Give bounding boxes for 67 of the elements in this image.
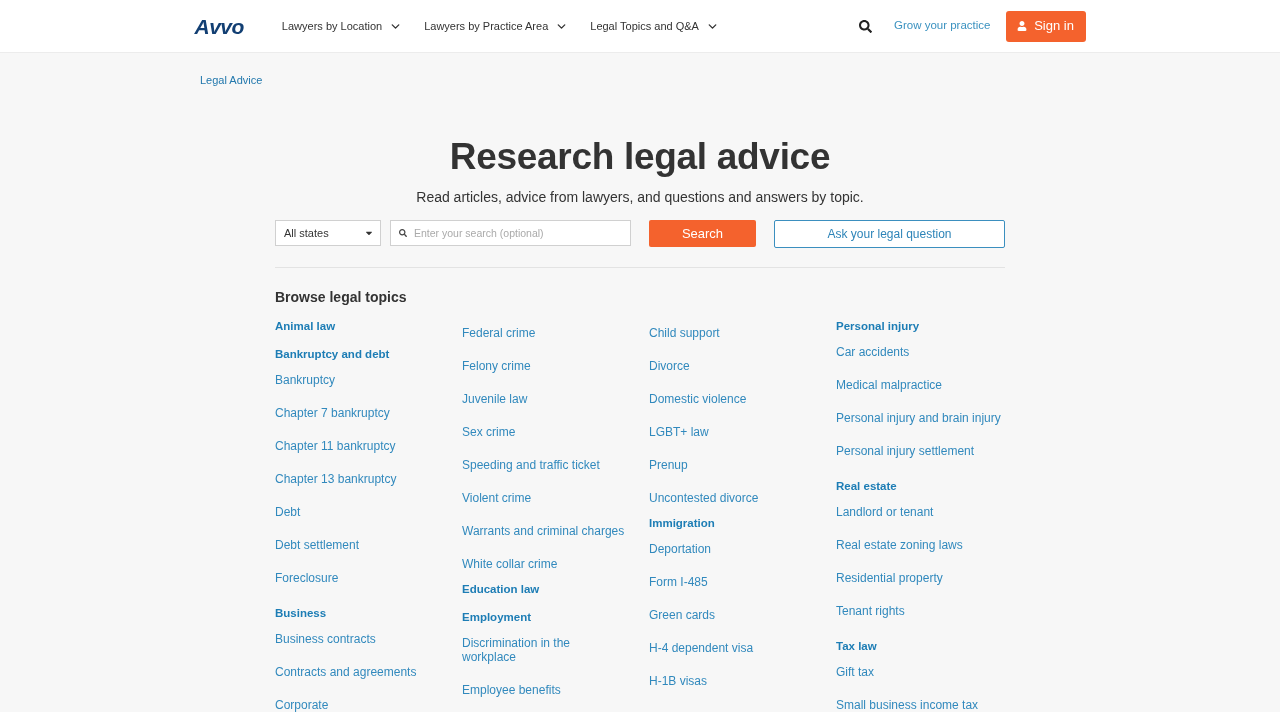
- topic-link[interactable]: Domestic violence: [649, 392, 814, 406]
- topic-link[interactable]: Bankruptcy: [275, 373, 440, 387]
- topic-link[interactable]: Green cards: [649, 608, 814, 622]
- category-heading-link[interactable]: Business: [275, 603, 444, 623]
- category-heading-link[interactable]: Personal injury: [836, 316, 1005, 336]
- topic-link[interactable]: Business contracts: [275, 632, 440, 646]
- topic-link[interactable]: Gift tax: [836, 665, 1001, 679]
- search-input-field[interactable]: Enter your search (optional): [390, 220, 631, 246]
- topic-link[interactable]: Uncontested divorce: [649, 491, 814, 505]
- topic-link[interactable]: Divorce: [649, 359, 814, 373]
- topic-link[interactable]: Foreclosure: [275, 571, 440, 585]
- nav-dropdown[interactable]: Lawyers by Location: [281, 17, 403, 35]
- topic-link[interactable]: Deportation: [649, 542, 814, 556]
- topic-link[interactable]: Personal injury settlement: [836, 444, 1001, 458]
- topic-link[interactable]: Tenant rights: [836, 604, 1001, 618]
- topic-link[interactable]: Corporate: [275, 698, 440, 712]
- topic-link[interactable]: Contracts and agreements: [275, 665, 440, 679]
- grow-practice-link[interactable]: Grow your practice: [894, 17, 991, 35]
- page-title: Research legal advice: [448, 135, 832, 179]
- category-heading-link[interactable]: Tax law: [836, 636, 1005, 656]
- topic-link[interactable]: LGBT+ law: [649, 425, 814, 439]
- topic-link[interactable]: Chapter 7 bankruptcy: [275, 406, 440, 420]
- topic-link[interactable]: Warrants and criminal charges: [462, 524, 627, 538]
- section-heading: Browse legal topics: [275, 288, 408, 307]
- topic-link[interactable]: Sex crime: [462, 425, 627, 439]
- topic-link[interactable]: Child support: [649, 326, 814, 340]
- category-heading-link[interactable]: Real estate: [836, 476, 1005, 496]
- topic-link[interactable]: Form I-485: [649, 575, 814, 589]
- topic-link[interactable]: Small business income tax: [836, 698, 1001, 712]
- search-button[interactable]: Search: [649, 220, 756, 247]
- topic-link[interactable]: Federal crime: [462, 326, 627, 340]
- topic-link[interactable]: Personal injury and brain injury: [836, 411, 1001, 425]
- topic-link[interactable]: Medical malpractice: [836, 378, 1001, 392]
- topic-link[interactable]: H-4 dependent visa: [649, 641, 814, 655]
- sign-in-button[interactable]: Sign in: [1005, 10, 1086, 42]
- breadcrumb-link[interactable]: Legal Advice: [200, 74, 263, 87]
- nav-dropdown[interactable]: Lawyers by Practice Area: [424, 17, 569, 35]
- category-heading-link[interactable]: Education law: [462, 579, 631, 599]
- page-subtitle: Read articles, advice from lawyers, and questions and answers by topic.: [415, 188, 865, 207]
- topic-link[interactable]: Chapter 11 bankruptcy: [275, 439, 440, 453]
- ask-question-button[interactable]: Ask your legal question: [774, 220, 1005, 248]
- topic-link[interactable]: Debt: [275, 505, 440, 519]
- topic-link[interactable]: Employee benefits: [462, 683, 627, 697]
- topic-link[interactable]: Car accidents: [836, 345, 1001, 359]
- site-logo[interactable]: Avvo: [194, 15, 244, 37]
- topic-link[interactable]: Speeding and traffic ticket: [462, 458, 627, 472]
- search-icon: [399, 229, 407, 237]
- category-heading-link[interactable]: Bankruptcy and debt: [275, 344, 444, 364]
- topic-link[interactable]: Felony crime: [462, 359, 627, 373]
- topic-link[interactable]: Real estate zoning laws: [836, 538, 1001, 552]
- topic-link[interactable]: Landlord or tenant: [836, 505, 1001, 519]
- user-icon: [1017, 21, 1028, 31]
- category-heading-link[interactable]: Animal law: [275, 316, 444, 336]
- nav-dropdown[interactable]: Legal Topics and Q&A: [590, 17, 719, 35]
- topic-link[interactable]: H-1B visas: [649, 674, 814, 688]
- topic-link[interactable]: Prenup: [649, 458, 814, 472]
- state-select[interactable]: All states: [275, 220, 381, 246]
- category-heading-link[interactable]: Immigration: [649, 513, 818, 533]
- topic-link[interactable]: White collar crime: [462, 557, 627, 571]
- topic-link[interactable]: Chapter 13 bankruptcy: [275, 472, 440, 486]
- search-icon[interactable]: [859, 19, 872, 33]
- topic-link[interactable]: Debt settlement: [275, 538, 440, 552]
- topic-link[interactable]: Violent crime: [462, 491, 627, 505]
- topic-link[interactable]: Juvenile law: [462, 392, 627, 406]
- topic-link[interactable]: Discrimination in the workplace: [462, 636, 627, 664]
- category-heading-link[interactable]: Employment: [462, 607, 631, 627]
- topic-link[interactable]: Residential property: [836, 571, 1001, 585]
